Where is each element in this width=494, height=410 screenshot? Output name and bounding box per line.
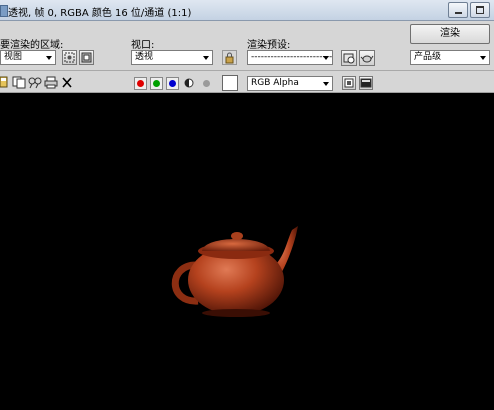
render-setup-button[interactable] <box>341 50 357 66</box>
clone-window-icon[interactable] <box>28 76 42 89</box>
render-settings-panel: 要渲染的区域: 视图 视口: 透视 渲染预设: ----------------… <box>0 21 494 93</box>
render-area-label: 要渲染的区域: <box>0 40 64 51</box>
restore-icon <box>476 6 484 14</box>
red-channel-toggle[interactable] <box>134 77 147 90</box>
window-title: 透视, 帧 0, RGBA 颜色 16 位/通道 (1:1) <box>8 8 192 19</box>
render-mode-dropdown[interactable]: 产品级 <box>410 50 490 65</box>
render-button[interactable]: 渲染 <box>410 24 490 44</box>
red-channel-icon <box>137 80 144 87</box>
chevron-down-icon <box>480 56 486 60</box>
teapot-render <box>171 226 298 317</box>
toggle-ui-overlay-button[interactable] <box>342 76 356 90</box>
channel-dropdown[interactable]: RGB Alpha <box>247 76 333 91</box>
render-area-value: 视图 <box>4 52 23 62</box>
auto-region-button[interactable] <box>79 50 94 65</box>
blue-channel-icon <box>169 80 176 87</box>
region-edit-icon <box>64 52 75 63</box>
overlay-icon <box>344 78 354 88</box>
render-area-dropdown[interactable]: 视图 <box>0 50 56 65</box>
preset-dropdown[interactable]: -------------------------- <box>247 50 333 65</box>
green-channel-icon <box>153 80 160 87</box>
blue-channel-toggle[interactable] <box>166 77 179 90</box>
chevron-down-icon <box>203 56 209 60</box>
monochrome-icon[interactable] <box>203 80 210 87</box>
print-icon[interactable] <box>44 76 58 89</box>
minimize-icon <box>454 11 462 14</box>
chevron-down-icon <box>323 56 329 60</box>
channel-value: RGB Alpha <box>251 78 299 88</box>
edit-region-button[interactable] <box>62 50 77 65</box>
viewport-value: 透视 <box>135 52 154 62</box>
minimize-button[interactable] <box>448 2 468 18</box>
chevron-down-icon <box>323 82 329 86</box>
region-select-icon <box>81 52 92 63</box>
teapot-icon <box>360 55 374 63</box>
environment-button[interactable] <box>359 50 375 66</box>
title-bar: 透视, 帧 0, RGBA 颜色 16 位/通道 (1:1) <box>0 0 494 21</box>
color-swatch[interactable] <box>222 75 238 91</box>
copy-image-icon[interactable] <box>12 76 26 89</box>
render-viewport <box>0 93 494 407</box>
preset-label: 渲染预设: <box>247 40 291 51</box>
toggle-ui-button[interactable] <box>359 76 373 90</box>
viewport-dropdown[interactable]: 透视 <box>131 50 213 65</box>
lock-icon <box>225 52 234 64</box>
lock-viewport-button[interactable] <box>222 50 237 65</box>
clear-icon[interactable] <box>61 76 73 89</box>
save-image-icon[interactable] <box>0 76 8 89</box>
render-setup-icon <box>343 53 355 64</box>
window-controls <box>448 2 490 18</box>
viewport-label: 视口: <box>131 40 155 51</box>
preset-value: -------------------------- <box>251 52 333 62</box>
display-icon <box>360 78 372 88</box>
toolbar-divider <box>0 70 494 71</box>
restore-button[interactable] <box>470 2 490 18</box>
green-channel-toggle[interactable] <box>150 77 163 90</box>
alpha-channel-icon[interactable] <box>184 78 194 88</box>
chevron-down-icon <box>46 56 52 60</box>
app-icon[interactable] <box>0 5 8 17</box>
render-mode-value: 产品级 <box>414 52 442 62</box>
